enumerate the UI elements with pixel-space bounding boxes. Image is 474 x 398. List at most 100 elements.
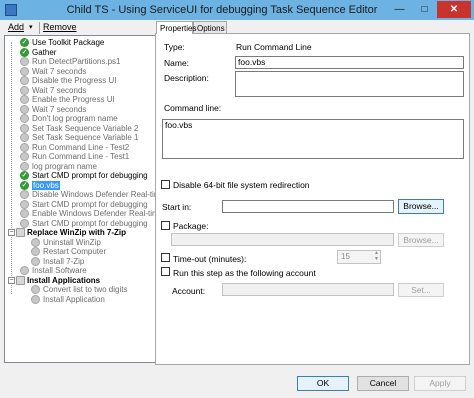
timeout-spinner[interactable]: 15 ▲ ▼	[337, 250, 381, 264]
tree-item[interactable]: Restart Computer	[5, 247, 155, 256]
minimize-button[interactable]: —	[387, 1, 412, 18]
tree-item-label: Start CMD prompt for debugging	[32, 218, 148, 228]
disabled-step-icon	[31, 237, 40, 247]
package-checkbox[interactable]	[161, 221, 170, 230]
spin-down-icon[interactable]: ▼	[374, 256, 379, 262]
package-browse-button[interactable]: Browse...	[398, 233, 444, 247]
disabled-step-icon	[31, 294, 40, 304]
cancel-button[interactable]: Cancel	[357, 376, 409, 391]
disabled-step-icon	[20, 161, 29, 171]
disabled-step-icon	[20, 66, 29, 76]
tree-item-label: Disable the Progress UI	[32, 76, 117, 85]
tree-item[interactable]: Wait 7 seconds	[5, 85, 155, 95]
account-input[interactable]	[222, 283, 394, 296]
properties-panel: Type: Run Command Line Name: foo.vbs Des…	[155, 33, 470, 365]
window-title: Child TS - Using ServiceUI for debugging…	[66, 4, 378, 16]
tree-item[interactable]: Set Task Sequence Variable 1	[5, 133, 155, 142]
tree-item[interactable]: Disable Windows Defender Real-time	[5, 190, 155, 199]
description-input[interactable]	[235, 71, 464, 97]
type-label: Type:	[164, 42, 185, 52]
start-in-browse-button[interactable]: Browse...	[398, 199, 444, 214]
disabled-step-icon	[20, 76, 29, 85]
tree-item-label: Use Toolkit Package	[32, 38, 105, 47]
type-value: Run Command Line	[236, 42, 312, 52]
tree-item[interactable]: ✓ Gather	[5, 47, 155, 57]
group-folder-icon	[16, 228, 25, 237]
tree-item[interactable]: Wait 7 seconds	[5, 104, 155, 114]
tree-item[interactable]: Set Task Sequence Variable 2	[5, 123, 155, 133]
tree-item[interactable]: ✓ Use Toolkit Package	[5, 38, 155, 47]
disabled-step-icon	[20, 133, 29, 142]
start-in-input[interactable]	[222, 200, 394, 213]
tree-item[interactable]: Convert list to two digits	[5, 285, 155, 294]
toolbar-divider	[39, 22, 40, 34]
tree-item-label: Set Task Sequence Variable 1	[32, 133, 139, 142]
apply-button[interactable]: Apply	[414, 376, 466, 391]
task-sequence-tree[interactable]: ✓ Use Toolkit Package ✓ Gather Run DetectPar…	[4, 35, 156, 363]
tree-item[interactable]: Wait 7 seconds	[5, 66, 155, 76]
tree-item-label: Run DetectPartitions.ps1	[32, 57, 121, 66]
tree-item[interactable]: Run Command Line - Test2	[5, 142, 155, 152]
tree-item[interactable]: Run DetectPartitions.ps1	[5, 57, 155, 66]
account-label: Account:	[172, 286, 206, 296]
account-set-button[interactable]: Set...	[398, 283, 444, 297]
tree-item[interactable]: Run Command Line - Test1	[5, 152, 155, 161]
add-menu-button[interactable]: Add	[8, 22, 24, 32]
description-label: Description:	[164, 73, 209, 83]
tree-item[interactable]: Uninstall WinZip	[5, 237, 155, 247]
run-as-checkbox[interactable]	[161, 267, 170, 276]
timeout-label: Time-out (minutes):	[173, 254, 247, 264]
disabled-step-icon	[20, 266, 29, 275]
tree-item-label: Run Command Line - Test2	[32, 142, 130, 152]
disabled-step-icon	[31, 256, 40, 266]
tree-item[interactable]: Enable Windows Defender Real-time	[5, 209, 155, 218]
tree-item[interactable]: Start CMD prompt for debugging	[5, 199, 155, 209]
tree-item-label: Install Applications	[27, 275, 101, 285]
name-input[interactable]: foo.vbs	[235, 56, 464, 69]
ok-button[interactable]: OK	[297, 376, 349, 391]
tree-item-label: Wait 7 seconds	[32, 66, 87, 76]
tree-item[interactable]: ✓ foo.vbs	[5, 180, 155, 190]
tree-item[interactable]: Enable the Progress UI	[5, 95, 155, 104]
tree-item-label: log program name	[32, 161, 97, 171]
remove-button[interactable]: Remove	[43, 22, 77, 32]
disabled-step-icon	[20, 104, 29, 114]
disable-64bit-label: Disable 64-bit file system redirection	[173, 180, 310, 190]
command-line-input[interactable]: foo.vbs	[162, 119, 464, 159]
tree-item-label: Don't log program name	[32, 114, 118, 123]
tree-item[interactable]: − Install Applications	[5, 275, 155, 285]
package-input[interactable]	[171, 233, 394, 246]
tree-item-label: Set Task Sequence Variable 2	[32, 123, 139, 133]
add-dropdown-icon[interactable]: ▾	[29, 23, 33, 31]
tree-item[interactable]: Disable the Progress UI	[5, 76, 155, 85]
disable-64bit-checkbox[interactable]	[161, 180, 170, 189]
tree-item-label: Disable Windows Defender Real-time	[32, 190, 156, 199]
timeout-checkbox[interactable]	[161, 253, 170, 262]
start-in-label: Start in:	[162, 202, 192, 212]
tree-item[interactable]: Install Software	[5, 266, 155, 275]
tree-toolbar: Add ▾ Remove	[4, 21, 154, 35]
tree-item[interactable]: − Replace WinZip with 7-Zip	[5, 228, 155, 237]
tab-properties[interactable]: Properties	[156, 21, 196, 34]
tree-item-label: Install Software	[32, 266, 87, 275]
title-bar: Child TS - Using ServiceUI for debugging…	[0, 0, 474, 20]
tree-item[interactable]: Install Application	[5, 294, 155, 304]
close-button[interactable]: ✕	[437, 1, 471, 18]
collapse-toggle-icon[interactable]: −	[8, 276, 15, 284]
tree-item[interactable]: ✓ Start CMD prompt for debugging	[5, 171, 155, 180]
disabled-step-icon	[20, 199, 29, 209]
tree-item[interactable]: Start CMD prompt for debugging	[5, 218, 155, 228]
collapse-toggle-icon[interactable]: −	[8, 229, 15, 236]
task-sequence-editor-window: Child TS - Using ServiceUI for debugging…	[0, 0, 474, 398]
disabled-step-icon	[20, 190, 29, 199]
success-check-icon: ✓	[20, 180, 29, 190]
disabled-step-icon	[20, 142, 29, 152]
tree-item[interactable]: log program name	[5, 161, 155, 171]
maximize-button[interactable]: □	[412, 1, 437, 18]
tree-item-label: Enable Windows Defender Real-time	[32, 209, 156, 218]
tree-item[interactable]: Don't log program name	[5, 114, 155, 123]
tree-item-label: Wait 7 seconds	[32, 85, 87, 95]
tree-item[interactable]: Install 7-Zip	[5, 256, 155, 266]
tree-item-label: Run Command Line - Test1	[32, 152, 130, 161]
app-icon	[5, 4, 17, 16]
